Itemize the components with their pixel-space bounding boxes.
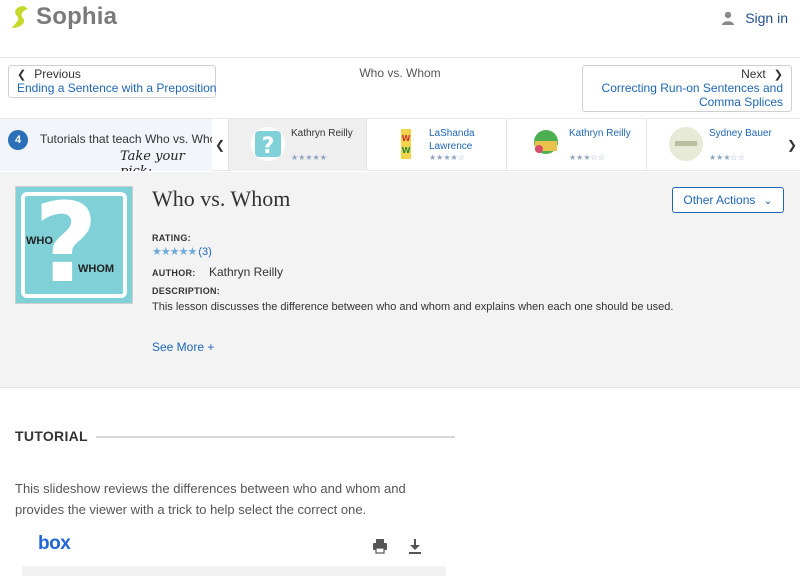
sophia-logo-icon: [12, 6, 28, 28]
divider: [95, 436, 455, 438]
previous-lesson-title: Ending a Sentence with a Preposition: [17, 81, 217, 95]
print-icon[interactable]: [372, 538, 388, 554]
tutorials-intro: 4 Tutorials that teach Who vs. Whom Take…: [0, 119, 212, 171]
tutorial-card[interactable]: ? Kathryn Reilly ★★★★★: [228, 119, 366, 171]
svg-text:?: ?: [262, 134, 275, 159]
chevron-right-icon: ❯: [773, 69, 783, 81]
lesson-summary: ? WHO WHOM Who vs. Whom Other Actions ⌄ …: [0, 172, 800, 388]
tutorial-author: LaShanda Lawrence: [429, 128, 475, 152]
svg-text:W: W: [402, 134, 411, 143]
viewer-content-strip: [22, 566, 446, 576]
tutorial-author: Sydney Bauer: [709, 128, 772, 139]
take-your-pick-text: Take your pick:: [120, 149, 185, 171]
tutorial-card[interactable]: WW LaShanda Lawrence ★★★★☆: [366, 119, 504, 171]
author-name: Kathryn Reilly: [208, 265, 283, 279]
next-lesson-title-line2: Comma Splices: [698, 95, 783, 109]
person-icon: [722, 11, 735, 25]
tutorial-thumbnail: [529, 127, 563, 161]
tutorial-author: Kathryn Reilly: [291, 128, 353, 139]
tutorial-rating-stars: ★★★☆☆: [569, 153, 605, 162]
tutorial-card[interactable]: Sydney Bauer ★★★☆☆: [646, 119, 784, 171]
tutorial-heading-text: TUTORIAL: [15, 428, 88, 444]
tutorial-heading: TUTORIAL: [15, 428, 455, 444]
lesson-navigation: ❮ Previous Ending a Sentence with a Prepo…: [0, 59, 800, 117]
thumbnail-whom-text: WHOM: [78, 263, 115, 275]
sign-in-label: Sign in: [745, 10, 788, 26]
lesson-description: This lesson discusses the difference bet…: [152, 301, 674, 313]
tutorial-thumbnail: ?: [251, 127, 285, 161]
author-row: AUTHOR: Kathryn Reilly: [152, 265, 283, 279]
tutorial-thumbnail: [669, 127, 703, 161]
svg-text:W: W: [402, 146, 411, 155]
tutorial-rating-stars: ★★★★☆: [429, 153, 465, 162]
tutorial-author: Kathryn Reilly: [569, 128, 631, 139]
carousel-prev-arrow[interactable]: ❮: [212, 119, 228, 171]
sophia-logo[interactable]: Sophia: [10, 3, 117, 31]
author-label: AUTHOR:: [152, 268, 196, 278]
tutorial-rating-stars: ★★★☆☆: [709, 153, 745, 162]
carousel-next-arrow[interactable]: ❯: [784, 119, 800, 171]
chevron-down-icon: ⌄: [763, 194, 773, 207]
description-label: DESCRIPTION:: [152, 286, 221, 296]
thumbnail-who-text: WHO: [26, 235, 53, 247]
tutorial-thumbnail: WW: [389, 127, 423, 161]
see-more-link[interactable]: See More +: [152, 340, 214, 354]
tutorial-rating-stars: ★★★★★: [291, 153, 327, 162]
other-actions-label: Other Actions: [683, 193, 756, 207]
rating-label: RATING:: [152, 233, 191, 243]
next-lesson-button[interactable]: Next ❯ Correcting Run-on Sentences and Co…: [582, 65, 792, 112]
lesson-title: Who vs. Whom: [152, 186, 291, 211]
brand-name: Sophia: [36, 3, 118, 30]
other-actions-button[interactable]: Other Actions ⌄: [672, 187, 784, 213]
next-lesson-title-line1: Correcting Run-on Sentences and: [601, 81, 783, 95]
sign-in-link[interactable]: Sign in: [721, 10, 788, 26]
next-label: Next: [741, 67, 766, 81]
download-icon[interactable]: [408, 538, 422, 554]
lesson-thumbnail: ? WHO WHOM: [15, 179, 133, 307]
box-document-viewer: box: [22, 530, 446, 576]
site-header: Sophia Sign in: [0, 0, 800, 58]
tutorials-carousel: 4 Tutorials that teach Who vs. Whom Take…: [0, 118, 800, 171]
tutorial-card[interactable]: Kathryn Reilly ★★★☆☆: [506, 119, 644, 171]
rating-count[interactable]: (3): [198, 246, 211, 258]
tutorial-count-badge: 4: [8, 130, 28, 150]
rating-stars: ★★★★★: [152, 246, 197, 258]
rating-row: ★★★★★ (3): [152, 245, 212, 259]
box-logo: box: [38, 533, 71, 554]
tutorials-intro-text: Tutorials that teach Who vs. Whom: [40, 132, 212, 146]
tutorial-description: This slideshow reviews the differences b…: [15, 481, 406, 517]
